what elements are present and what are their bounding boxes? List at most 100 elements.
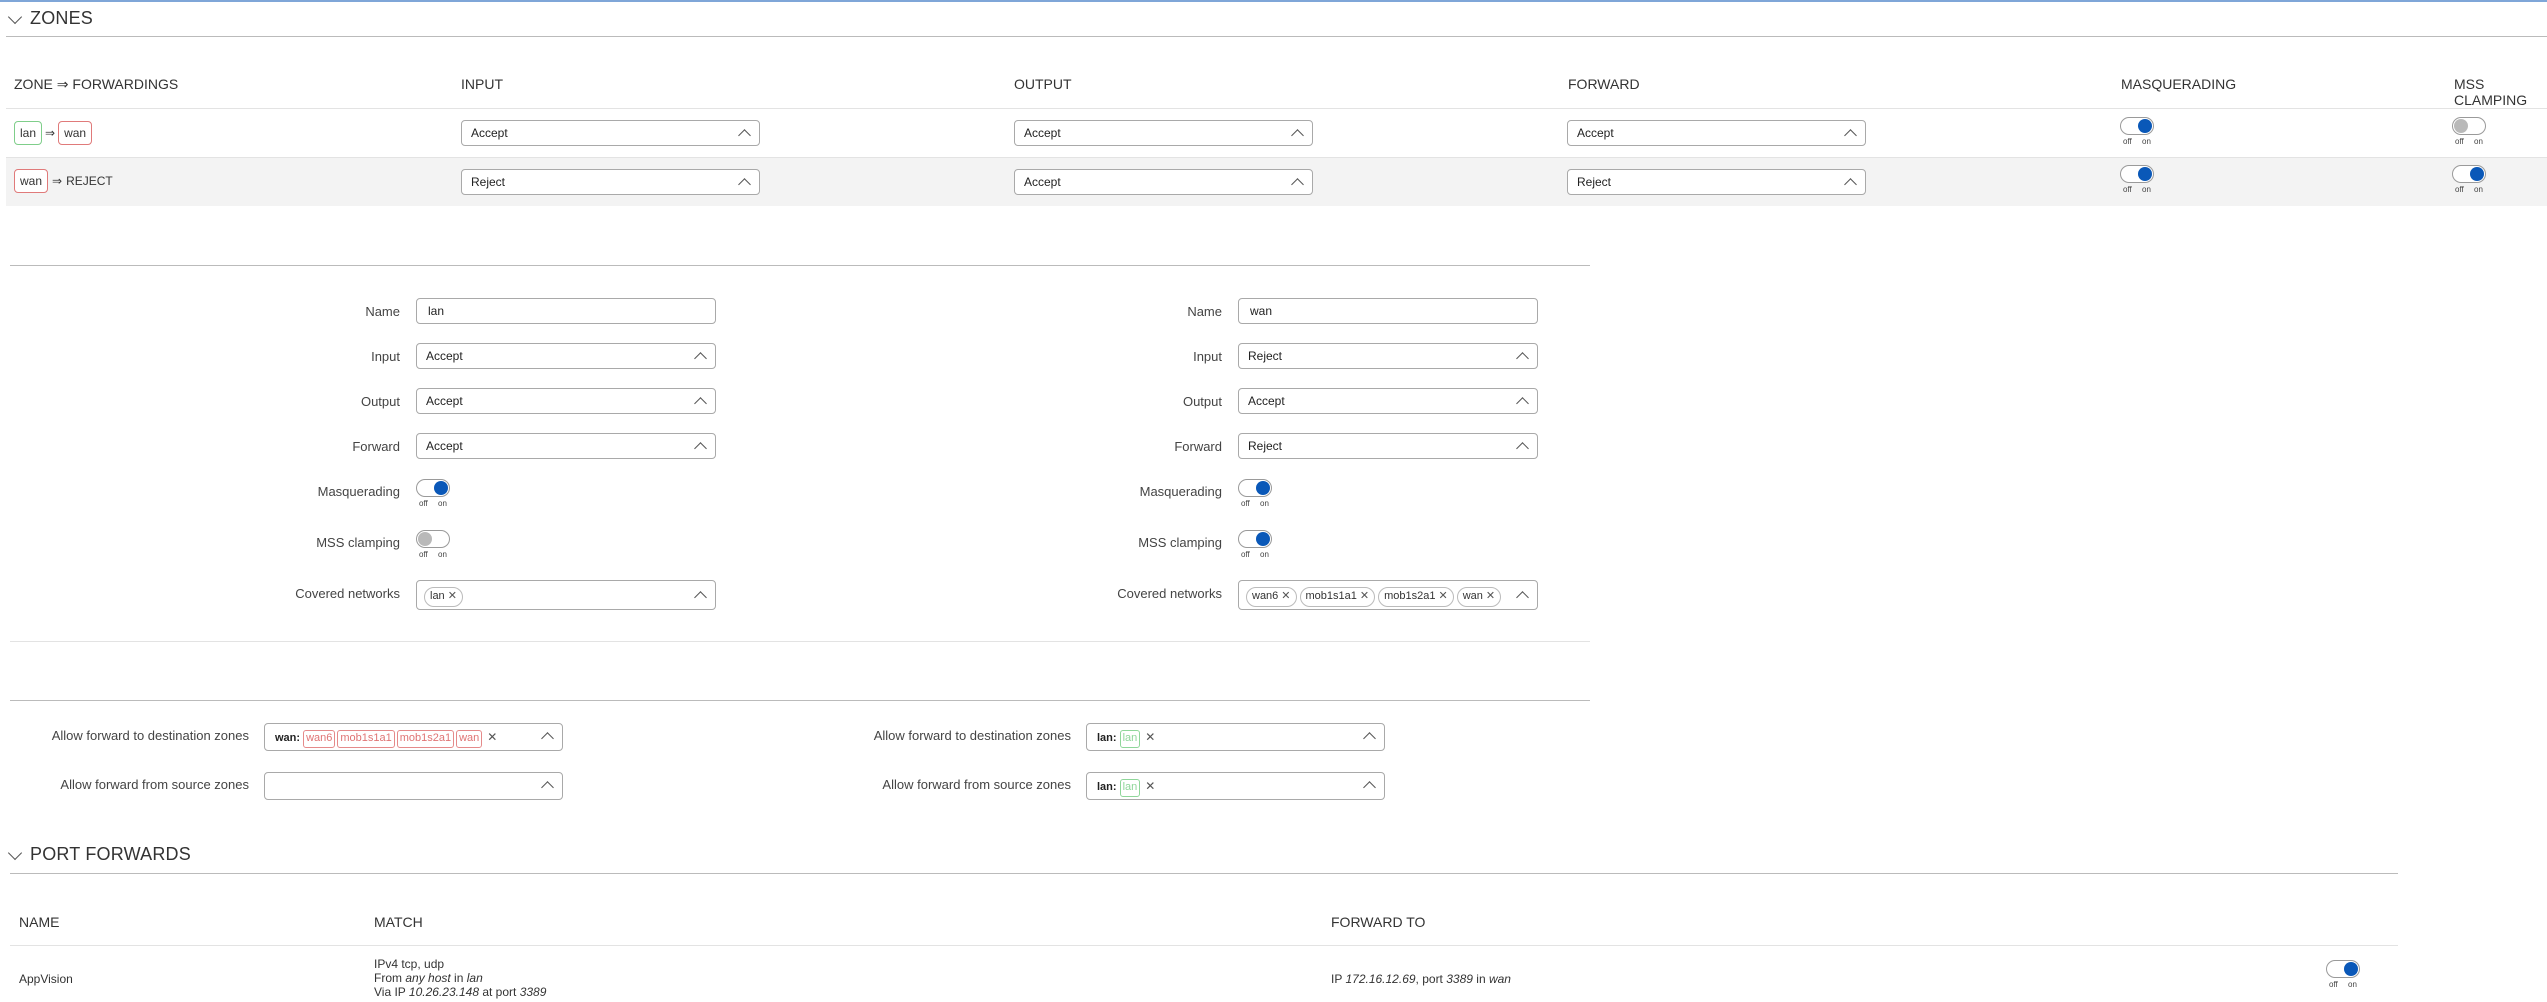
field-label-input: Input bbox=[371, 349, 400, 364]
zone-output-select[interactable]: Accept bbox=[1014, 120, 1313, 146]
zone-name-input[interactable]: wan bbox=[1238, 298, 1538, 324]
covered-networks-select[interactable]: lan ✕ bbox=[416, 580, 716, 610]
network-chip[interactable]: wan6 ✕ bbox=[1246, 587, 1297, 607]
rule-enable-toggle[interactable]: off on bbox=[2326, 960, 2364, 989]
remove-icon[interactable]: ✕ bbox=[487, 730, 497, 744]
toggle-knob bbox=[2470, 167, 2484, 181]
zone-forward-select[interactable]: Accept bbox=[416, 433, 716, 459]
toggle-off-label: off bbox=[2329, 980, 2338, 989]
zones-section-title[interactable]: ZONES bbox=[6, 8, 93, 29]
rule-forward-to: IP 172.16.12.69, port 3389 in wan bbox=[1331, 972, 1511, 986]
chevron-up-icon bbox=[1291, 178, 1304, 191]
select-value: Accept bbox=[1248, 394, 1285, 408]
remove-icon[interactable]: ✕ bbox=[1360, 590, 1369, 602]
forwardings-divider bbox=[10, 700, 1590, 701]
network-chip[interactable]: mob1s2a1 ✕ bbox=[1378, 587, 1454, 607]
mss-clamping-toggle[interactable]: off on bbox=[2452, 165, 2490, 194]
mss-clamping-toggle[interactable]: off on bbox=[1238, 530, 1276, 559]
chevron-up-icon bbox=[1516, 397, 1529, 410]
port-forwards-title-text: PORT FORWARDS bbox=[30, 844, 191, 864]
col-header-zone: ZONE ⇒ FORWARDINGS bbox=[14, 76, 179, 92]
toggle-off-label: off bbox=[2123, 137, 2132, 146]
chevron-up-icon bbox=[541, 781, 554, 794]
masquerading-toggle[interactable]: off on bbox=[2120, 165, 2158, 194]
remove-icon[interactable]: ✕ bbox=[1486, 590, 1495, 602]
zones-divider bbox=[6, 36, 2547, 37]
zone-net-chip: mob1s2a1 bbox=[396, 730, 455, 748]
field-label-name: Name bbox=[1187, 304, 1222, 319]
masquerading-toggle[interactable]: off on bbox=[2120, 117, 2158, 146]
forward-arrow: ⇒ bbox=[45, 126, 56, 140]
zone-prefix: lan: bbox=[1097, 781, 1117, 793]
zone-output-select[interactable]: Accept bbox=[1238, 388, 1538, 414]
col-header-match: MATCH bbox=[374, 914, 423, 930]
toggle-off-label: off bbox=[2123, 185, 2132, 194]
masquerading-toggle[interactable]: off on bbox=[416, 479, 454, 508]
field-label-name: Name bbox=[365, 304, 400, 319]
chevron-up-icon bbox=[738, 178, 751, 191]
chevron-up-icon bbox=[1516, 352, 1529, 365]
zone-input-select[interactable]: Accept bbox=[416, 343, 716, 369]
field-label-covered-networks: Covered networks bbox=[295, 586, 400, 601]
port-forwards-header-divider bbox=[10, 945, 2398, 946]
masquerading-toggle[interactable]: off on bbox=[1238, 479, 1276, 508]
zone-forward-select[interactable]: Reject bbox=[1238, 433, 1538, 459]
remove-icon[interactable]: ✕ bbox=[1281, 590, 1290, 602]
match-from-prefix: From bbox=[374, 971, 406, 985]
field-label-forward: Forward bbox=[1174, 439, 1222, 454]
zone-output-select[interactable]: Accept bbox=[416, 388, 716, 414]
field-label-covered-networks: Covered networks bbox=[1117, 586, 1222, 601]
zone-input-select[interactable]: Reject bbox=[1238, 343, 1538, 369]
match-via: Via IP 10.26.23.148 at port 3389 bbox=[374, 985, 546, 999]
chevron-down-icon bbox=[7, 845, 23, 860]
dest-zones-select[interactable]: wan: wan6 mob1s1a1 mob1s2a1 wan ✕ bbox=[264, 723, 563, 751]
network-chip[interactable]: mob1s1a1 ✕ bbox=[1299, 587, 1376, 607]
toggle-on-label: on bbox=[2348, 980, 2357, 989]
src-zones-label: Allow forward from source zones bbox=[60, 777, 249, 792]
mss-clamping-toggle[interactable]: off on bbox=[2452, 117, 2490, 146]
toggle-knob bbox=[2344, 962, 2358, 976]
select-value: Reject bbox=[471, 175, 506, 189]
table-row-zone-cell: lan ⇒ wan bbox=[14, 121, 93, 145]
zones-title-text: ZONES bbox=[30, 8, 94, 28]
toggle-knob bbox=[2138, 119, 2152, 133]
port-forwards-divider bbox=[10, 873, 2398, 874]
zone-form-divider bbox=[10, 265, 1590, 266]
zone-input-select[interactable]: Reject bbox=[461, 169, 760, 195]
mss-clamping-toggle[interactable]: off on bbox=[416, 530, 454, 559]
fwd-port-prefix: , port bbox=[1415, 972, 1447, 986]
toggle-knob bbox=[434, 481, 448, 495]
dest-zones-select[interactable]: lan: lan ✕ bbox=[1086, 723, 1385, 751]
toggle-knob bbox=[418, 532, 432, 546]
src-zones-select[interactable]: lan: lan ✕ bbox=[1086, 772, 1385, 800]
zone-forward-select[interactable]: Reject bbox=[1567, 169, 1866, 195]
network-chip[interactable]: lan ✕ bbox=[424, 587, 463, 607]
zone-input-select[interactable]: Accept bbox=[461, 120, 760, 146]
chevron-up-icon bbox=[694, 352, 707, 365]
port-forwards-section-title[interactable]: PORT FORWARDS bbox=[6, 844, 191, 865]
rule-name: AppVision bbox=[19, 972, 73, 986]
zone-net-chip: lan bbox=[1119, 779, 1141, 797]
remove-icon[interactable]: ✕ bbox=[1438, 590, 1447, 602]
match-via-port: 3389 bbox=[519, 985, 547, 999]
network-chip[interactable]: wan ✕ bbox=[1456, 587, 1502, 607]
select-value: Accept bbox=[426, 439, 463, 453]
rule-match: IPv4 tcp, udp From any host in lan Via I… bbox=[374, 957, 546, 999]
zone-forward-select[interactable]: Accept bbox=[1567, 120, 1866, 146]
remove-icon[interactable]: ✕ bbox=[1145, 730, 1155, 744]
zone-prefix: wan: bbox=[275, 732, 301, 744]
zone-badge-lan: lan bbox=[14, 121, 43, 145]
zone-name-input[interactable]: lan bbox=[416, 298, 716, 324]
zone-net-chip: mob1s1a1 bbox=[337, 730, 395, 748]
field-label-masquerading: Masquerading bbox=[1139, 484, 1222, 499]
remove-icon[interactable]: ✕ bbox=[448, 590, 457, 602]
col-header-forward: FORWARD bbox=[1568, 76, 1640, 92]
zone-output-select[interactable]: Accept bbox=[1014, 169, 1313, 195]
toggle-off-label: off bbox=[2455, 185, 2464, 194]
src-zones-select[interactable] bbox=[264, 772, 563, 800]
col-header-forward-to: FORWARD TO bbox=[1331, 914, 1426, 930]
select-value: Reject bbox=[1248, 349, 1283, 363]
remove-icon[interactable]: ✕ bbox=[1145, 779, 1155, 793]
chevron-up-icon bbox=[1363, 732, 1376, 745]
covered-networks-select[interactable]: wan6 ✕ mob1s1a1 ✕ mob1s2a1 ✕ wan ✕ bbox=[1238, 580, 1538, 610]
